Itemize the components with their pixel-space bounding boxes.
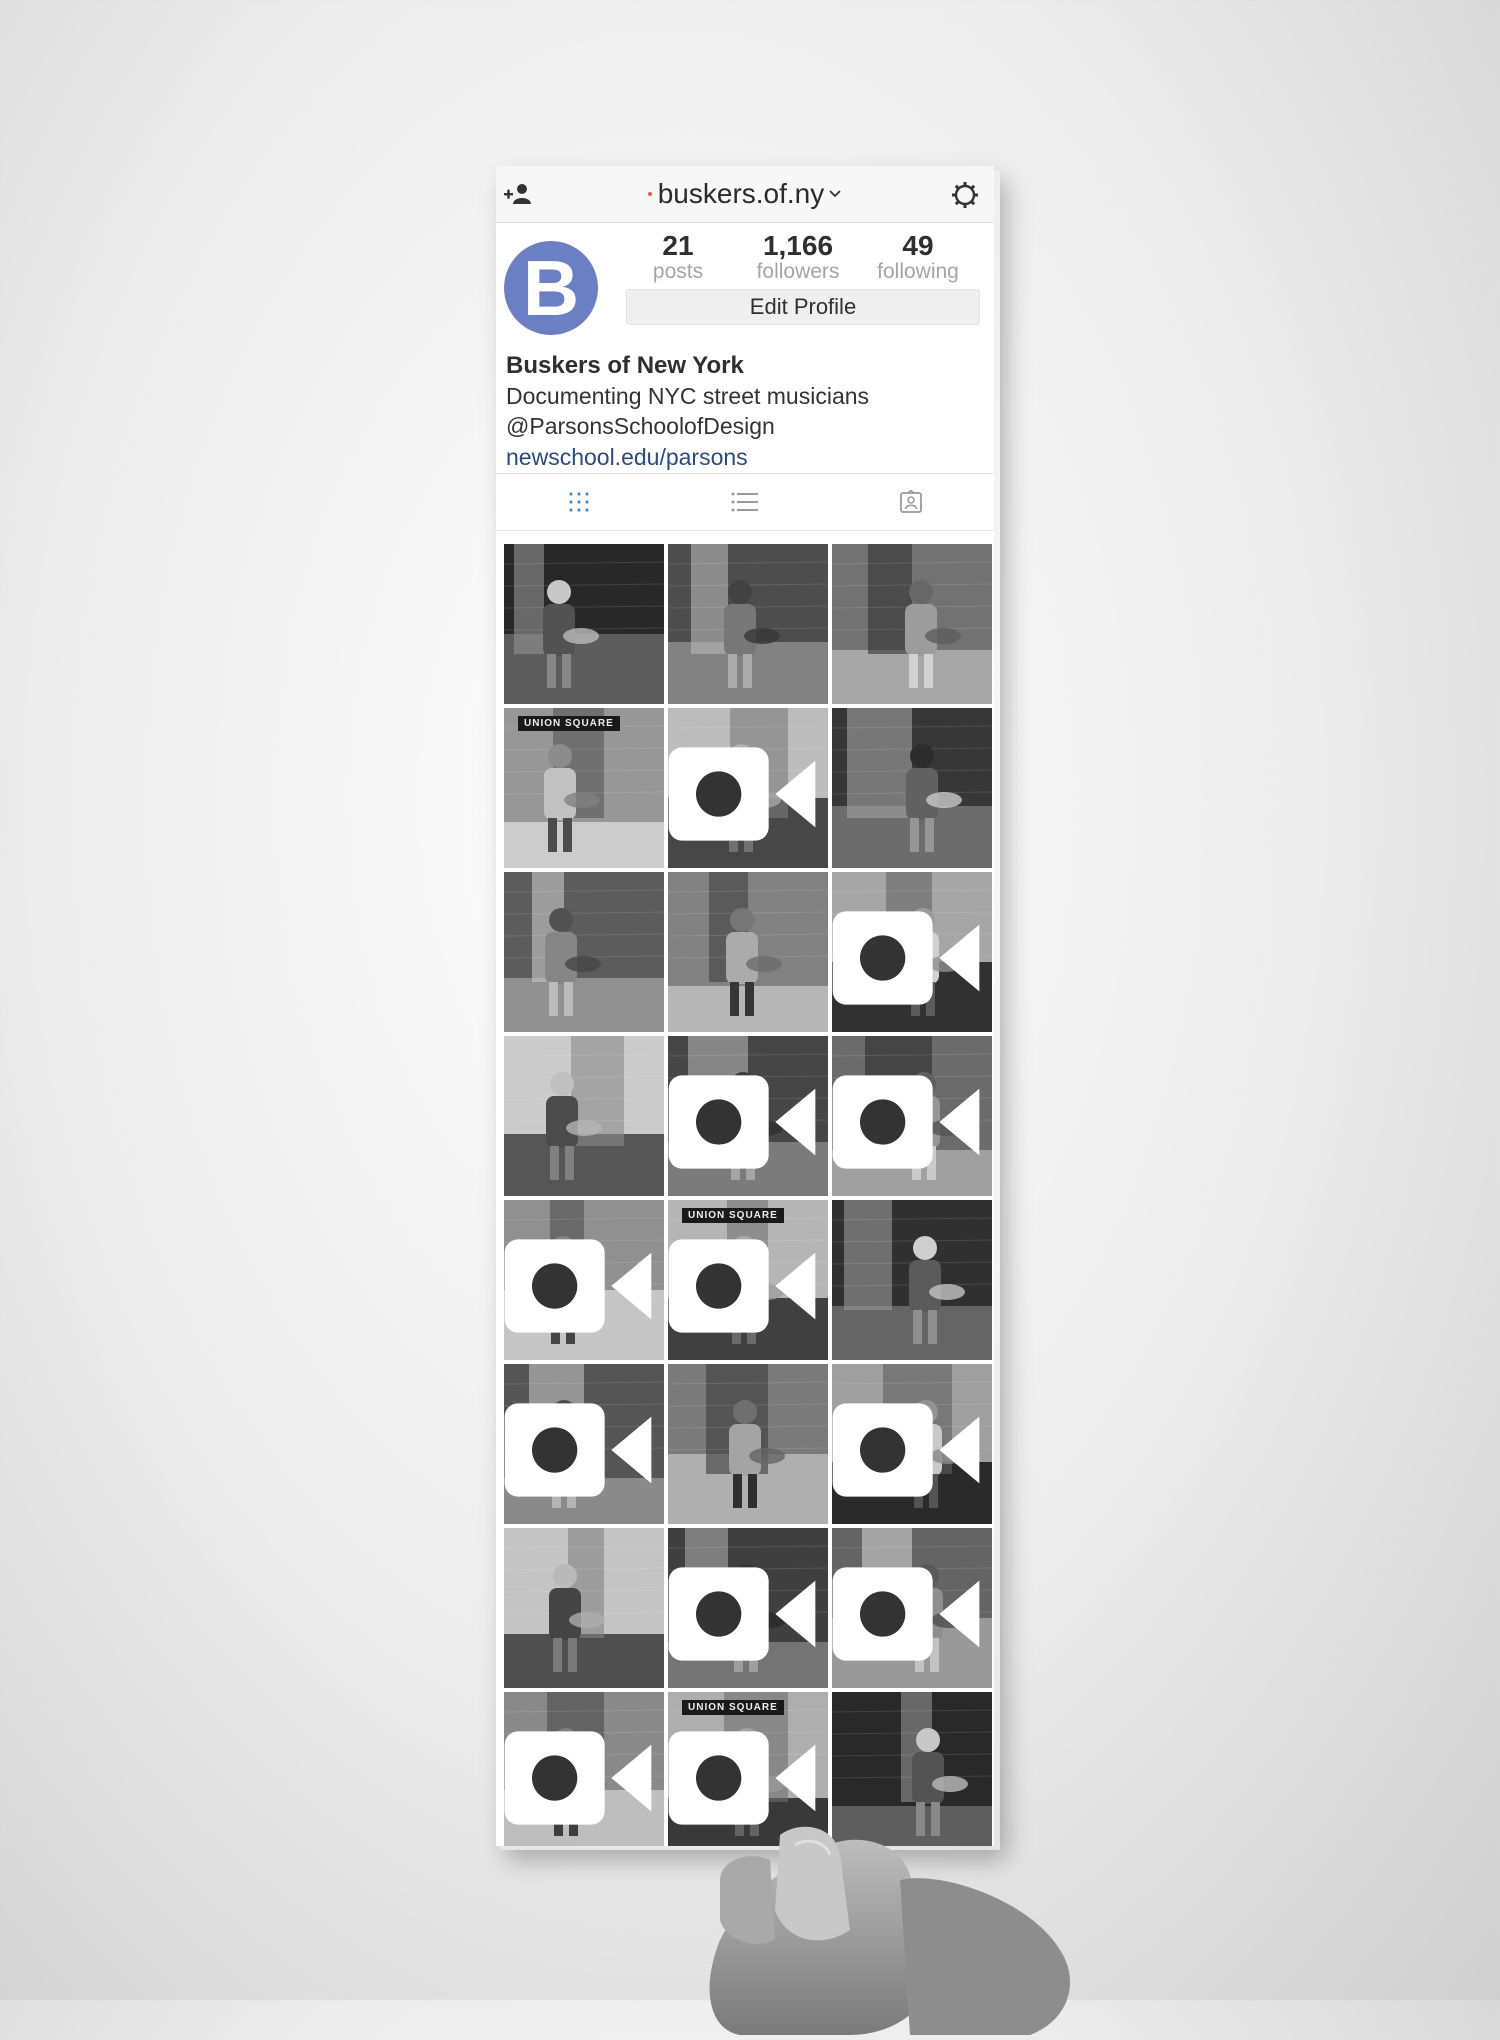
video-icon [832,911,980,1005]
stat-posts[interactable]: 21 posts [618,231,738,283]
video-icon [504,1731,652,1825]
post-thumbnail[interactable] [504,1200,664,1360]
profile-tabs [496,474,994,531]
photo [832,708,992,868]
notification-dot [647,192,652,196]
post-thumbnail[interactable] [504,1364,664,1524]
post-thumbnail[interactable] [832,1036,992,1196]
add-user-icon[interactable] [502,182,536,206]
stat-followers[interactable]: 1,166 followers [738,231,858,283]
bio-mention[interactable]: @ParsonsSchoolofDesign [506,411,986,441]
edit-profile-button[interactable]: Edit Profile [626,289,980,325]
username-title: buskers.of.ny [657,178,825,209]
top-bar: buskers.of.ny [496,166,994,223]
post-thumbnail[interactable] [668,708,828,868]
profile-name: Buskers of New York [506,352,744,379]
video-icon [668,1075,816,1169]
tagged-icon [900,490,922,513]
video-icon [832,1075,980,1169]
post-grid: UNION SQUARE UNION SQUARE UNION SQUARE [504,544,994,1846]
post-thumbnail[interactable] [668,872,828,1032]
post-thumbnail[interactable] [504,872,664,1032]
photo [668,1364,828,1524]
post-thumbnail[interactable] [668,1036,828,1196]
stat-following[interactable]: 49 following [858,231,978,283]
post-thumbnail[interactable] [832,1364,992,1524]
post-thumbnail[interactable] [504,544,664,704]
stat-value: 21 [662,230,694,261]
list-icon [731,492,758,512]
photo [832,1200,992,1360]
stat-value: 1,166 [762,230,834,261]
post-thumbnail[interactable] [832,1528,992,1688]
photo [504,1036,664,1196]
tab-grid[interactable] [559,486,599,518]
station-sign: UNION SQUARE [518,716,620,731]
video-icon [832,1403,980,1497]
post-thumbnail[interactable] [504,1692,664,1846]
bio: Buskers of New York Documenting NYC stre… [506,351,986,473]
account-switcher[interactable]: buskers.of.ny [647,178,843,210]
grid-icon [569,492,589,512]
profile-stats: 21 posts 1,166 followers 49 following [618,231,978,283]
post-thumbnail[interactable] [832,708,992,868]
profile-link[interactable]: newschool.edu/parsons [506,441,986,473]
photo [504,708,664,868]
post-thumbnail[interactable]: UNION SQUARE [668,1200,828,1360]
profile-header: B 21 posts 1,166 followers 49 following … [496,223,994,474]
video-icon [832,1567,980,1661]
avatar[interactable]: B [504,241,598,335]
video-icon [504,1239,652,1333]
post-thumbnail[interactable] [832,544,992,704]
post-thumbnail[interactable] [832,1200,992,1360]
post-thumbnail[interactable] [668,1364,828,1524]
stat-label: posts [652,260,704,283]
printed-profile-strip: buskers.of.ny B 21 posts 1,166 followers… [496,166,994,1846]
video-icon [504,1403,652,1497]
bio-line: Documenting NYC street musicians [506,383,870,409]
photo [504,544,664,704]
gear-icon[interactable] [950,180,980,210]
video-icon [668,1239,816,1333]
tab-tagged[interactable] [891,486,931,518]
photo [504,1528,664,1688]
stat-label: followers [756,260,840,283]
post-thumbnail[interactable] [832,872,992,1032]
post-thumbnail[interactable] [668,544,828,704]
video-icon [668,747,816,841]
photo [832,544,992,704]
post-thumbnail[interactable] [668,1528,828,1688]
video-icon [668,1567,816,1661]
chevron-down-icon [829,190,841,198]
stat-value: 49 [902,230,934,261]
tab-list[interactable] [725,486,765,518]
photo [668,872,828,1032]
post-thumbnail[interactable] [504,1528,664,1688]
post-thumbnail[interactable]: UNION SQUARE [504,708,664,868]
stat-label: following [877,260,959,283]
post-thumbnail[interactable] [504,1036,664,1196]
photo [504,872,664,1032]
holding-hand [709,1826,1070,2035]
photo [668,544,828,704]
